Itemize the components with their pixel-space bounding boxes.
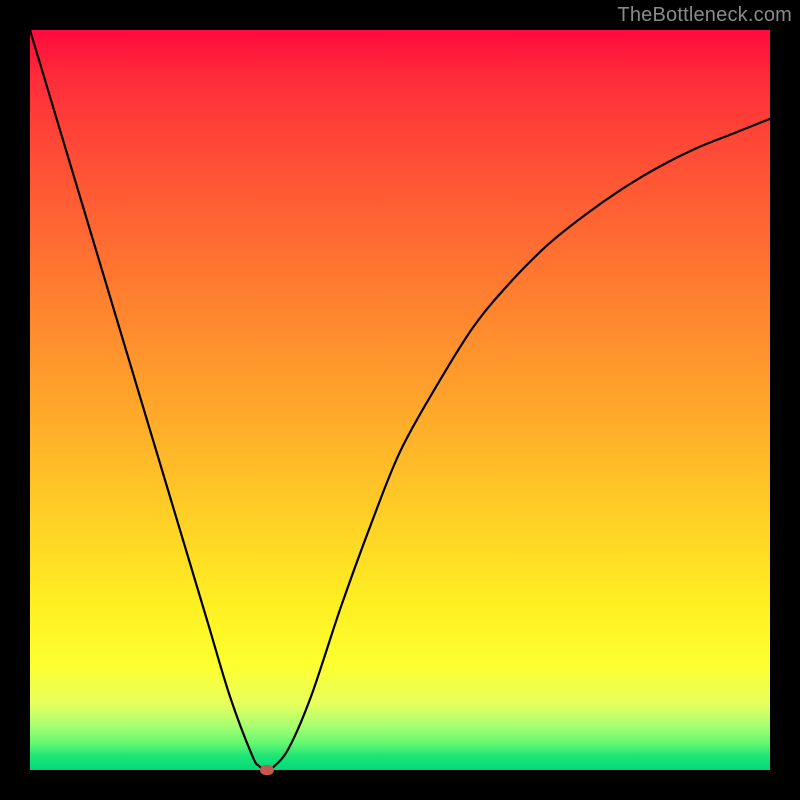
curve-svg — [30, 30, 770, 770]
watermark-text: TheBottleneck.com — [617, 4, 792, 27]
chart-frame: TheBottleneck.com — [0, 0, 800, 800]
bottleneck-curve — [30, 30, 770, 770]
bottleneck-marker — [260, 765, 274, 775]
plot-area — [30, 30, 770, 770]
